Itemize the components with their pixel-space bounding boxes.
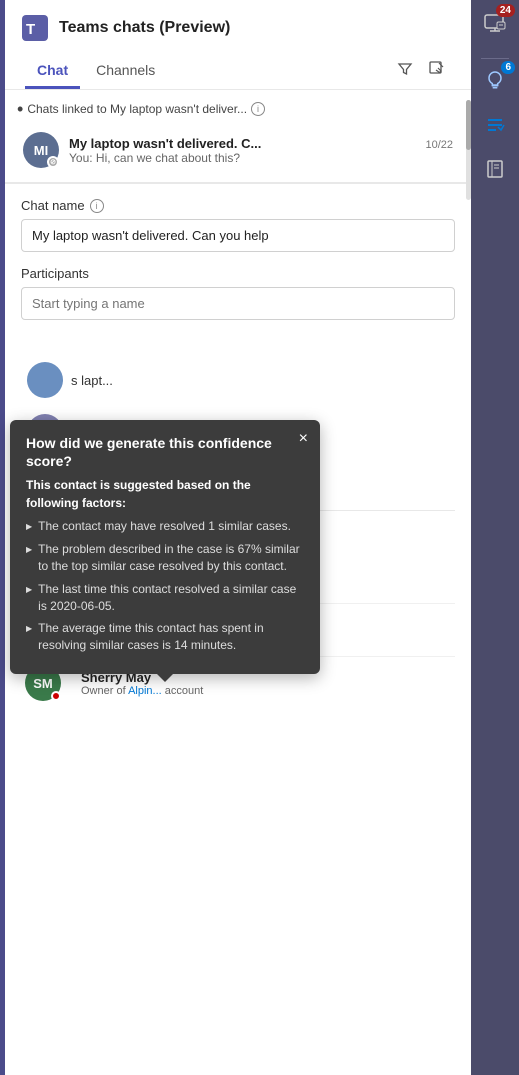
bullet-point: •	[17, 100, 23, 118]
partial-text-1: s lapt...	[71, 373, 113, 388]
participants-input[interactable]	[21, 287, 455, 320]
tooltip-body: This contact is suggested based on the f…	[26, 476, 304, 654]
lightbulb-badge: 6	[501, 61, 515, 74]
tooltip-point-3: The average time this contact has spent …	[26, 620, 304, 654]
tooltip-title: How did we generate this confidence scor…	[26, 434, 304, 470]
header-top: T Teams chats (Preview)	[21, 14, 455, 42]
contact-role-accent-sherry: Alpin...	[128, 685, 162, 697]
group-info-icon[interactable]: i	[251, 102, 265, 116]
chat-name-0: My laptop wasn't delivered. C...	[69, 136, 261, 151]
status-blocked: ⊘	[47, 156, 59, 168]
tab-channels[interactable]: Channels	[84, 54, 167, 89]
sidebar-chat-icon-wrap[interactable]: 24	[479, 8, 511, 40]
chat-name-info-icon[interactable]: i	[90, 199, 104, 213]
right-sidebar: 24 6	[471, 0, 519, 1075]
book-icon	[479, 153, 511, 185]
chat-preview-0: You: Hi, can we chat about this?	[69, 151, 453, 165]
chat-list-section: • Chats linked to My laptop wasn't deliv…	[5, 90, 471, 183]
chat-info-top-0: My laptop wasn't delivered. C... 10/22	[69, 136, 453, 151]
sidebar-book-icon-wrap[interactable]	[479, 153, 511, 185]
avatar-partial-1	[27, 362, 63, 398]
chat-date-0: 10/22	[425, 139, 453, 151]
group-label-text: Chats linked to My laptop wasn't deliver…	[27, 102, 247, 116]
tooltip-close-button[interactable]: ×	[299, 430, 308, 448]
chat-info-0: My laptop wasn't delivered. C... 10/22 Y…	[69, 136, 453, 165]
sidebar-list-icon-wrap[interactable]	[479, 109, 511, 141]
chat-name-input[interactable]	[21, 219, 455, 252]
tab-chat[interactable]: Chat	[25, 54, 80, 89]
compose-button[interactable]	[423, 57, 451, 86]
tooltip-arrow	[157, 674, 173, 682]
avatar-mi: MI ⊘	[23, 132, 59, 168]
teams-logo: T	[21, 14, 49, 42]
svg-text:T: T	[26, 21, 35, 38]
tooltip-point-0: The contact may have resolved 1 similar …	[26, 518, 304, 535]
sidebar-divider-1	[481, 58, 509, 59]
status-sherry	[51, 691, 61, 701]
filter-button[interactable]	[391, 57, 419, 86]
tooltip-point-2: The last time this contact resolved a si…	[26, 581, 304, 615]
chat-group-label: • Chats linked to My laptop wasn't deliv…	[17, 100, 459, 118]
tooltip-point-1: The problem described in the case is 67%…	[26, 541, 304, 575]
header: T Teams chats (Preview) Chat Channels	[5, 0, 471, 90]
suggested-item-1[interactable]: s lapt...	[21, 354, 455, 406]
app-title: Teams chats (Preview)	[59, 19, 230, 37]
confidence-tooltip: × How did we generate this confidence sc…	[10, 420, 320, 674]
tooltip-list: The contact may have resolved 1 similar …	[26, 518, 304, 654]
chat-item-0[interactable]: MI ⊘ My laptop wasn't delivered. C... 10…	[17, 124, 459, 176]
list-icon	[479, 109, 511, 141]
tooltip-intro: This contact is suggested based on the f…	[26, 478, 251, 510]
form-section: Chat name i Participants	[5, 184, 471, 348]
participants-label: Participants	[21, 266, 455, 281]
tabs-bar: Chat Channels	[21, 54, 455, 89]
chat-badge: 24	[496, 4, 515, 17]
contact-role-sherry: Owner of Alpin... account	[81, 685, 203, 697]
sidebar-lightbulb-icon-wrap[interactable]: 6	[479, 65, 511, 97]
chat-name-label: Chat name i	[21, 198, 455, 213]
